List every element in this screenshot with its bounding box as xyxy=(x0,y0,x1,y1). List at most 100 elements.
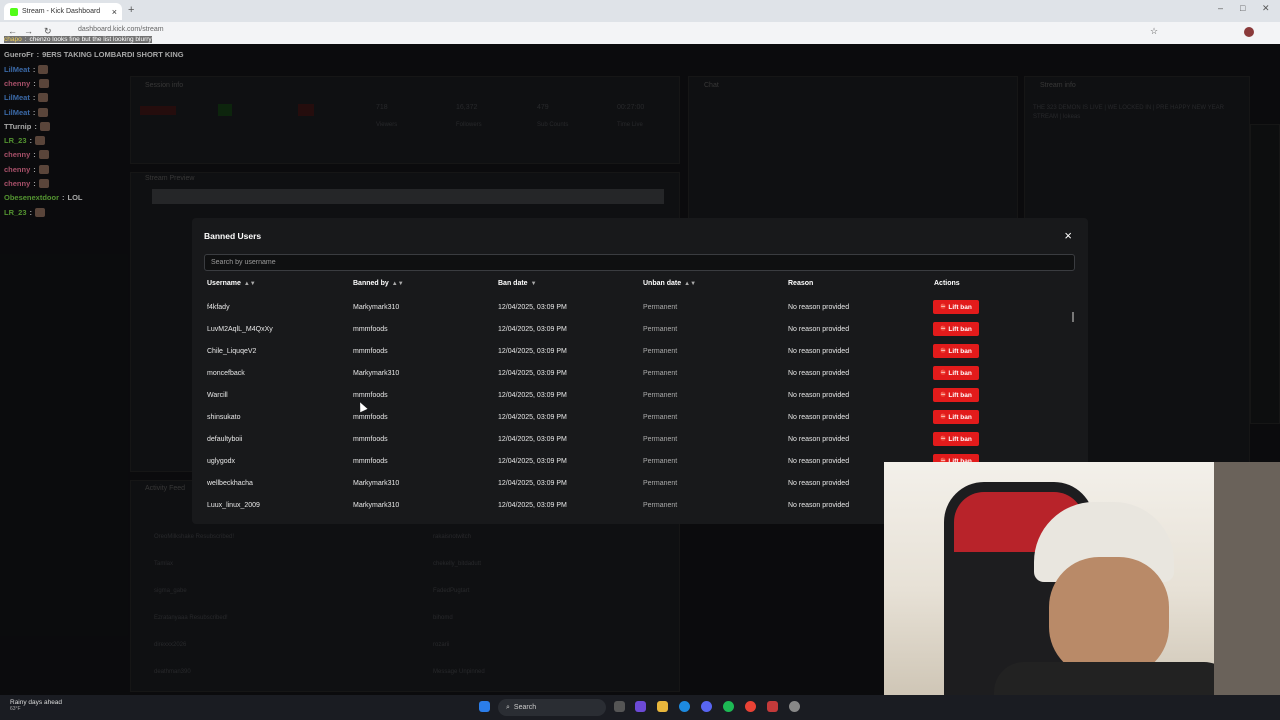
cell-username: LuvM2AqlL_M4QxXy xyxy=(207,326,273,333)
cell-reason: No reason provided xyxy=(788,436,850,443)
search-input[interactable] xyxy=(204,254,1075,271)
column-header-username[interactable]: Username ▲▼ xyxy=(207,280,256,287)
cell-ban-date: 12/04/2025, 03:09 PM xyxy=(498,304,567,311)
cell-ban-date: 12/04/2025, 03:09 PM xyxy=(498,326,567,333)
file-explorer-icon[interactable] xyxy=(657,701,668,712)
cell-banned-by: mmmfoods xyxy=(353,436,388,443)
back-icon[interactable]: ← xyxy=(8,26,17,36)
cell-reason: No reason provided xyxy=(788,304,850,311)
lift-ban-button[interactable]: ⛔ Lift ban xyxy=(933,366,979,380)
lift-ban-button[interactable]: ⛔ Lift ban xyxy=(933,300,979,314)
table-row: Warcill mmmfoods 12/04/2025, 03:09 PM Perma… xyxy=(192,386,1076,408)
new-tab-button[interactable]: + xyxy=(128,4,134,16)
maximize-icon[interactable]: □ xyxy=(1240,3,1245,13)
webcam-overlay xyxy=(884,462,1280,695)
table-row: shinsukato mmmfoods 12/04/2025, 03:09 PM Pe… xyxy=(192,408,1076,430)
weather-widget[interactable]: Rainy days ahead 63°F xyxy=(10,699,62,712)
cell-username: wellbeckhacha xyxy=(207,480,253,487)
cell-ban-date: 12/04/2025, 03:09 PM xyxy=(498,392,567,399)
cell-ban-date: 12/04/2025, 03:09 PM xyxy=(498,348,567,355)
cell-banned-by: mmmfoods xyxy=(353,414,388,421)
app-icon[interactable] xyxy=(789,701,800,712)
forward-icon[interactable]: → xyxy=(24,26,33,36)
start-icon[interactable] xyxy=(479,701,490,712)
cell-unban-date: Permanent xyxy=(643,502,678,509)
bookmark-star-icon[interactable]: ☆ xyxy=(1150,26,1158,37)
search-icon: ⌕ xyxy=(506,703,510,711)
obs-icon[interactable] xyxy=(767,701,778,712)
chat-message: chenzo looks fine but the list looking b… xyxy=(29,36,152,43)
lift-ban-label: Lift ban xyxy=(948,347,972,355)
column-header-reason: Reason xyxy=(788,280,814,287)
browser-tab-strip: Stream - Kick Dashboard × + – □ ✕ xyxy=(0,0,1280,22)
chat-username: chapo xyxy=(4,36,22,43)
column-header-banned-by[interactable]: Banned by ▲▼ xyxy=(353,280,404,287)
app-icon[interactable] xyxy=(635,701,646,712)
cell-reason: No reason provided xyxy=(788,326,850,333)
taskbar-search[interactable]: ⌕ Search xyxy=(498,699,606,716)
cell-username: shinsukato xyxy=(207,414,241,421)
cell-banned-by: mmmfoods xyxy=(353,326,388,333)
cell-username: moncefback xyxy=(207,370,245,377)
cell-unban-date: Permanent xyxy=(643,326,678,333)
ban-icon: ⛔ xyxy=(940,348,947,354)
lift-ban-button[interactable]: ⛔ Lift ban xyxy=(933,432,979,446)
column-header-unban-date[interactable]: Unban date ▲▼ xyxy=(643,280,696,287)
cell-ban-date: 12/04/2025, 03:09 PM xyxy=(498,414,567,421)
cell-banned-by: Markymark310 xyxy=(353,370,400,377)
lift-ban-label: Lift ban xyxy=(948,413,972,421)
scrollbar[interactable] xyxy=(1072,312,1074,322)
lift-ban-label: Lift ban xyxy=(948,303,972,311)
cell-username: Luux_linux_2009 xyxy=(207,502,260,509)
lift-ban-label: Lift ban xyxy=(948,325,972,333)
table-row: defaultyboii mmmfoods 12/04/2025, 03:09 PM… xyxy=(192,430,1076,452)
edge-icon[interactable] xyxy=(679,701,690,712)
weather-title: Rainy days ahead xyxy=(10,699,63,706)
sort-icon: ▲▼ xyxy=(243,281,256,287)
cell-ban-date: 12/04/2025, 03:09 PM xyxy=(498,502,567,509)
modal-title: Banned Users xyxy=(204,231,262,241)
address-bar-row xyxy=(0,22,1280,44)
cell-username: uglygodx xyxy=(207,458,236,465)
lift-ban-button[interactable]: ⛔ Lift ban xyxy=(933,410,979,424)
ban-icon: ⛔ xyxy=(940,392,947,398)
cell-ban-date: 12/04/2025, 03:09 PM xyxy=(498,436,567,443)
cell-unban-date: Permanent xyxy=(643,458,678,465)
address-field[interactable]: dashboard.kick.com/stream xyxy=(78,26,164,33)
discord-icon[interactable] xyxy=(701,701,712,712)
shelf xyxy=(1214,462,1280,695)
close-window-icon[interactable]: ✕ xyxy=(1262,3,1270,14)
table-header: Username ▲▼ Banned by ▲▼ Ban date ▼ Unban d… xyxy=(192,280,1088,294)
cell-unban-date: Permanent xyxy=(643,348,678,355)
cell-username: f4kfady xyxy=(207,304,230,311)
column-header-ban-date[interactable]: Ban date ▼ xyxy=(498,280,537,287)
cell-banned-by: mmmfoods xyxy=(353,392,388,399)
minimize-icon[interactable]: – xyxy=(1218,3,1223,13)
lift-ban-button[interactable]: ⛔ Lift ban xyxy=(933,344,979,358)
cell-unban-date: Permanent xyxy=(643,436,678,443)
cell-banned-by: mmmfoods xyxy=(353,458,388,465)
cell-ban-date: 12/04/2025, 03:09 PM xyxy=(498,480,567,487)
table-row: moncefback Markymark310 12/04/2025, 03:09 … xyxy=(192,364,1076,386)
sort-icon: ▲▼ xyxy=(391,281,404,287)
task-view-icon[interactable] xyxy=(614,701,625,712)
cell-username: Chile_LiquqeV2 xyxy=(207,348,257,355)
tab-title: Stream - Kick Dashboard xyxy=(22,8,101,15)
chat-line: chapo: chenzo looks fine but the list loo… xyxy=(4,36,152,43)
tab-close-icon[interactable]: × xyxy=(112,7,117,17)
cell-username: Warcill xyxy=(207,392,228,399)
close-icon[interactable]: × xyxy=(1064,228,1072,243)
lift-ban-button[interactable]: ⛔ Lift ban xyxy=(933,388,979,402)
lift-ban-label: Lift ban xyxy=(948,369,972,377)
cell-reason: No reason provided xyxy=(788,414,850,421)
cell-unban-date: Permanent xyxy=(643,392,678,399)
cell-banned-by: Markymark310 xyxy=(353,502,400,509)
ban-icon: ⛔ xyxy=(940,370,947,376)
chrome-icon[interactable] xyxy=(745,701,756,712)
spotify-icon[interactable] xyxy=(723,701,734,712)
browser-tab[interactable]: Stream - Kick Dashboard × xyxy=(4,3,122,20)
cell-reason: No reason provided xyxy=(788,458,850,465)
lift-ban-button[interactable]: ⛔ Lift ban xyxy=(933,322,979,336)
ban-icon: ⛔ xyxy=(940,414,947,420)
profile-avatar[interactable] xyxy=(1244,27,1254,37)
